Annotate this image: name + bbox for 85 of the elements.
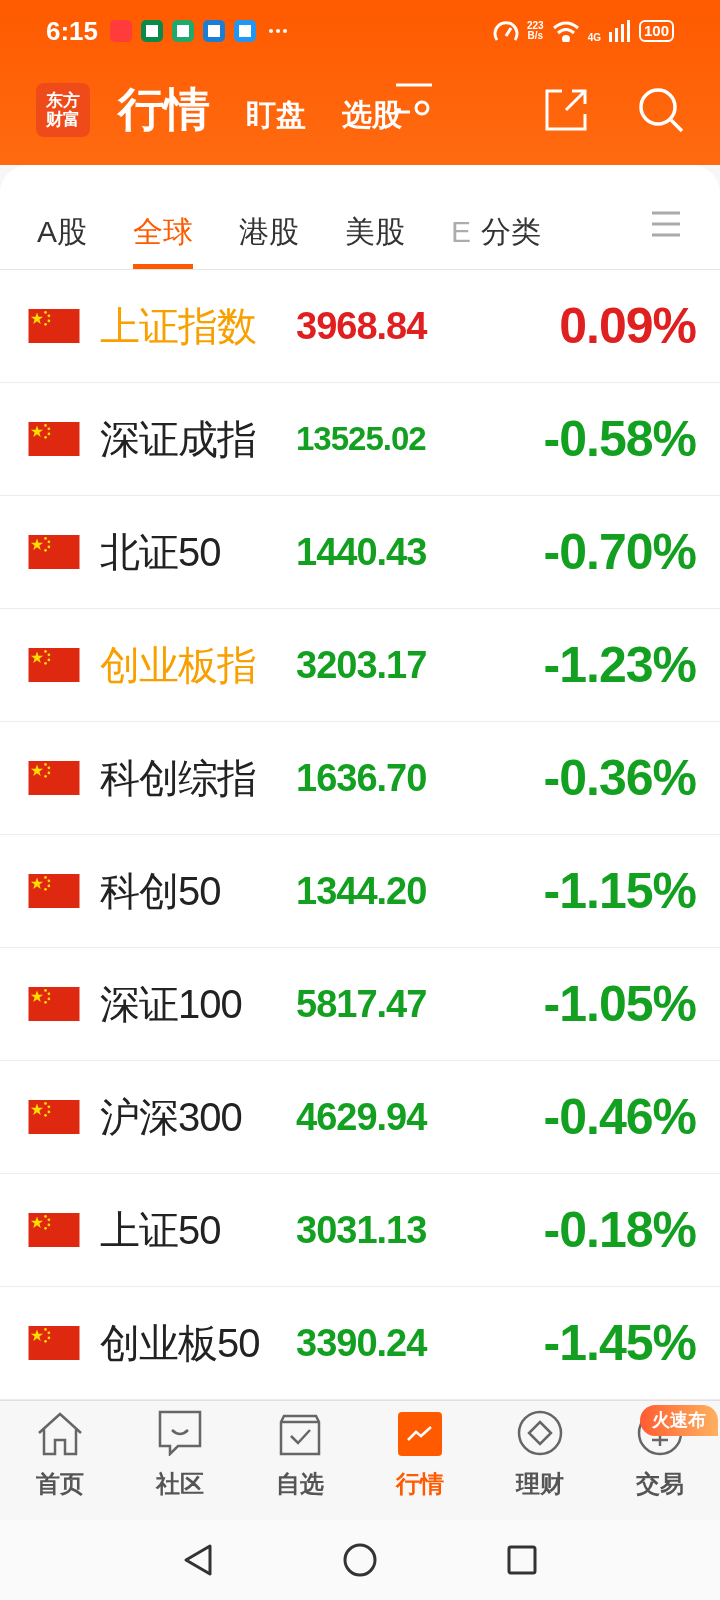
index-change: -1.05% [543,974,696,1034]
china-flag-icon [28,761,80,795]
index-name: 科创50 [100,868,222,915]
recents-icon[interactable] [507,1545,537,1575]
back-icon[interactable] [183,1543,213,1577]
index-name: 创业板50 [100,1320,261,1367]
index-change: -1.15% [543,861,696,921]
market-tab[interactable]: 港股 [239,189,299,269]
app-notification-icon [203,20,226,42]
china-flag-icon [28,422,80,456]
clock: 6:15 [46,14,99,48]
index-price: 13525.02 [296,419,427,460]
index-name: 创业板指 [100,642,257,689]
index-change: -1.23% [543,635,696,695]
nav-tab[interactable]: 自选 [240,1401,360,1520]
nav-tab[interactable]: 社区 [120,1401,240,1520]
china-flag-icon [28,535,80,569]
index-price: 1440.43 [296,529,428,575]
market-tab[interactable]: 分类 [481,189,542,269]
nav-label: 自选 [276,1469,324,1499]
index-price: 1344.20 [296,868,428,914]
net-speed-value: 223 [526,21,544,31]
app-notification-icon [141,20,164,42]
page-title: 行情 [118,82,210,137]
index-name: 深证成指 [100,416,257,463]
market-tab[interactable]: A股 [37,189,87,269]
market-tab[interactable]: 美股 [345,189,405,269]
app-notification-icon [234,20,257,42]
logo-text: 东方 [46,90,80,110]
index-price: 1636.70 [296,755,428,801]
nav-label: 理财 [516,1469,564,1499]
index-row[interactable]: 沪深300 4629.94 -0.46% [0,1061,720,1174]
index-price: 3203.17 [296,642,428,688]
index-name: 北证50 [100,529,222,576]
index-change: -0.36% [543,748,696,808]
index-name: 沪深300 [100,1094,243,1141]
signal-icon [608,20,631,42]
nav-label: 社区 [156,1469,204,1499]
search-icon [638,86,684,133]
index-row[interactable]: 上证50 3031.13 -0.18% [0,1174,720,1287]
index-price: 5817.47 [296,981,428,1027]
index-change: -0.46% [543,1087,696,1147]
app-notification-icon [110,20,133,42]
index-row[interactable]: 深证100 5817.47 -1.05% [0,948,720,1061]
nav-tab[interactable]: 理财 [480,1401,600,1520]
china-flag-icon [28,1100,80,1134]
china-flag-icon [28,309,80,343]
battery-level: 100 [638,20,674,42]
index-row[interactable]: 科创综指 1636.70 -0.36% [0,722,720,835]
index-name: 深证100 [100,981,243,1028]
index-change: -1.45% [543,1313,696,1373]
china-flag-icon [28,1213,80,1247]
index-row[interactable]: 北证50 1440.43 -0.70% [0,496,720,609]
index-name: 上证50 [100,1207,222,1254]
nav-tab[interactable]: 首页 [0,1401,120,1520]
more-icon [269,29,288,33]
china-flag-icon [28,648,80,682]
index-price: 3390.24 [296,1320,429,1366]
app-notification-icon [172,20,195,42]
china-flag-icon [28,987,80,1021]
china-flag-icon [28,874,80,908]
china-flag-icon [28,1326,80,1360]
index-change: -0.58% [543,409,696,469]
index-price: 3968.84 [296,303,429,349]
share-icon [544,87,588,132]
index-price: 4629.94 [296,1094,429,1140]
nav-label: 行情 [396,1469,444,1499]
nav-label: 首页 [36,1469,84,1499]
speedometer-icon [492,20,519,42]
home-button-icon[interactable] [343,1543,377,1577]
index-row[interactable]: 深证成指 13525.02 -0.58% [0,383,720,496]
index-change: -0.18% [543,1200,696,1260]
index-change: -0.70% [543,522,696,582]
index-name: 科创综指 [100,755,257,802]
network-type: 4G [587,30,601,45]
index-price: 3031.13 [296,1207,428,1253]
index-change: 0.09% [559,296,696,356]
nav-label: 交易 [636,1469,684,1499]
promo-badge: 火速布 [640,1405,718,1436]
index-name: 上证指数 [100,303,257,350]
logo-text: 财富 [46,109,80,129]
net-speed-unit: B/s [527,31,544,41]
index-row[interactable]: 上证指数 3968.84 0.09% [0,270,720,383]
wifi-icon [551,20,580,42]
index-row[interactable]: 科创50 1344.20 -1.15% [0,835,720,948]
